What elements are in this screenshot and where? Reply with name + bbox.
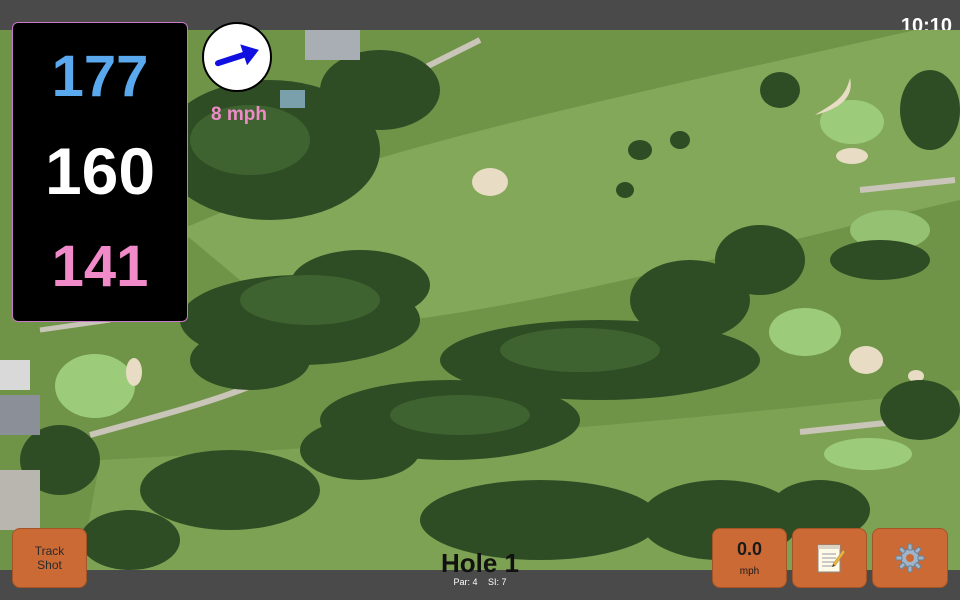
- track-shot-label-line2: Shot: [37, 558, 62, 572]
- speed-value: 0.0: [736, 539, 763, 559]
- distance-front: 141: [51, 234, 149, 299]
- hole-title: Hole 1: [440, 548, 520, 578]
- hole-stroke-index: SI: 7: [488, 577, 507, 587]
- notes-button[interactable]: [792, 528, 867, 588]
- track-shot-label-line1: Track: [34, 544, 65, 558]
- distance-panel: 177 160 141: [12, 22, 188, 322]
- gear-icon: [895, 543, 925, 573]
- hole-details: Par: 4 SI: 7: [380, 577, 580, 587]
- hole-par: Par: 4: [453, 577, 478, 587]
- arrow-right-icon: [214, 44, 259, 67]
- distance-middle: 160: [44, 134, 156, 208]
- wind-indicator: [202, 22, 272, 92]
- track-shot-button[interactable]: Track Shot: [12, 528, 87, 588]
- settings-button[interactable]: [872, 528, 948, 588]
- wind-speed-label: 8 mph: [211, 104, 267, 125]
- distance-back: 177: [51, 44, 149, 109]
- notepad-icon: [817, 544, 845, 573]
- speed-unit: mph: [739, 566, 760, 577]
- speed-button[interactable]: 0.0 mph: [712, 528, 787, 588]
